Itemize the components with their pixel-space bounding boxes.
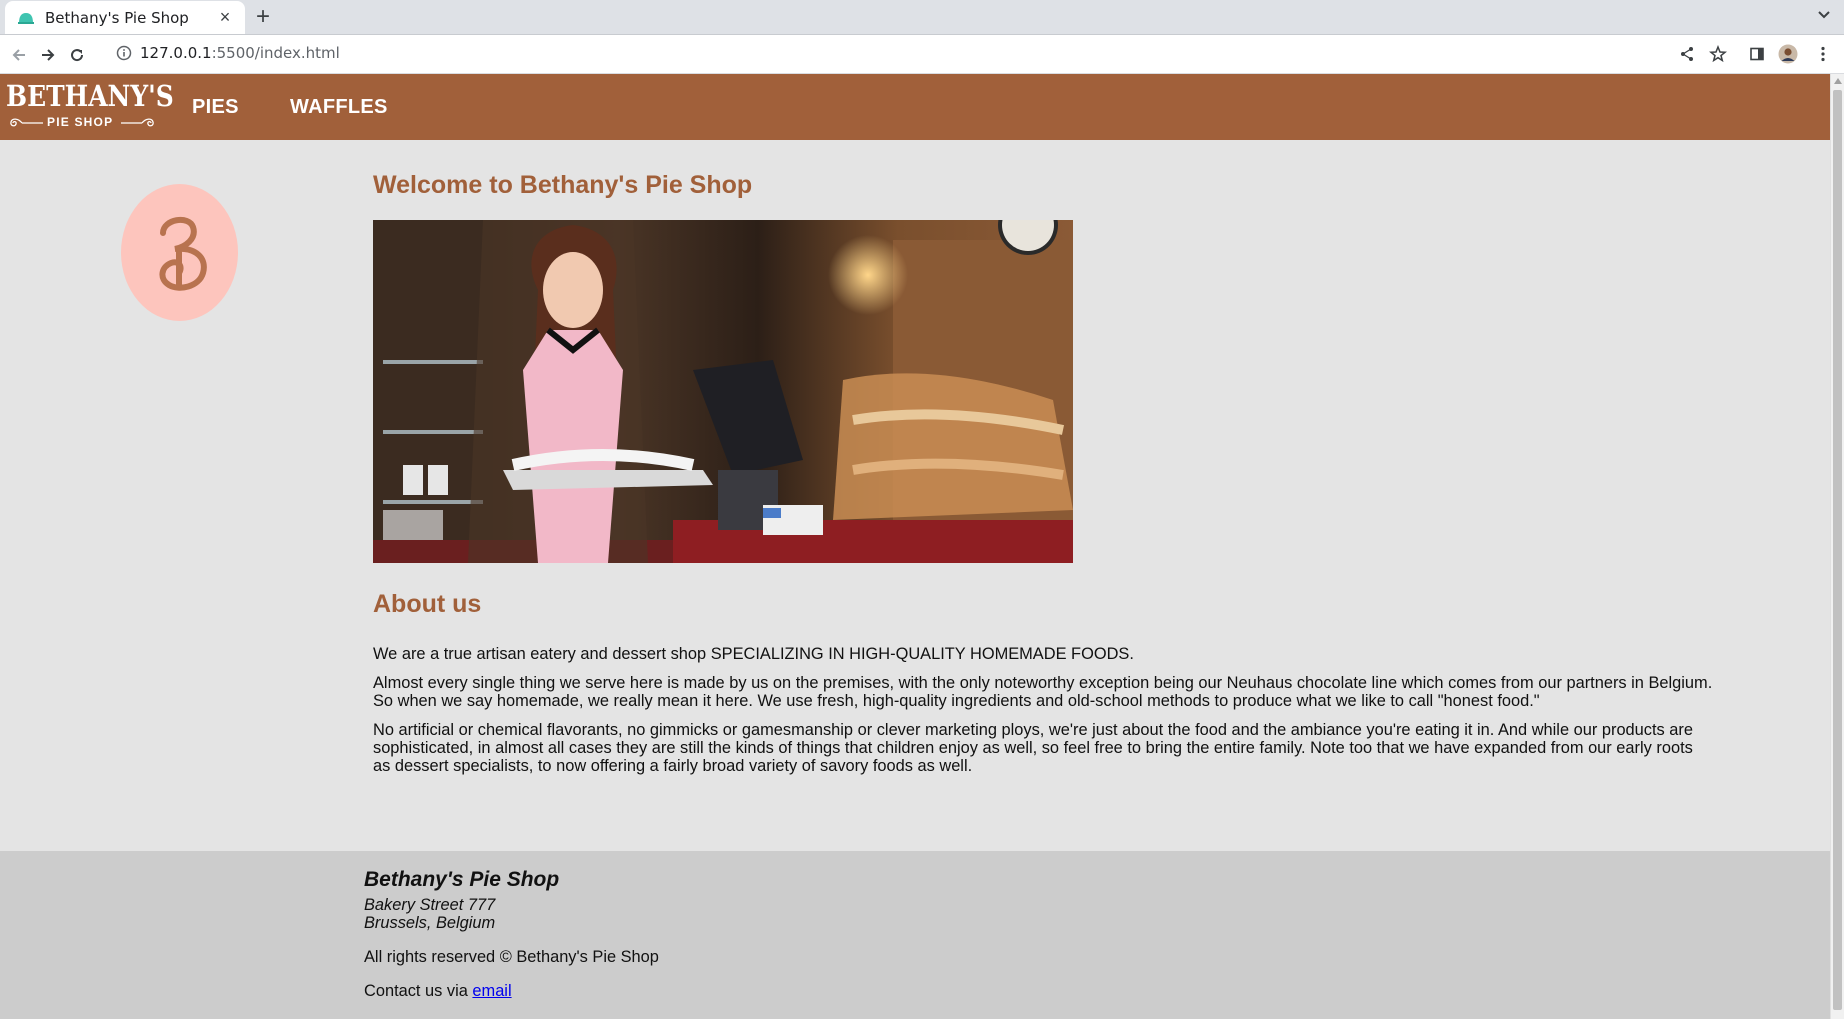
brand-sub-row: PIE SHOP — [6, 113, 158, 131]
scrollbar-thumb[interactable] — [1833, 90, 1842, 1010]
star-icon — [1709, 45, 1727, 63]
url-host: 127.0.0.1 — [140, 44, 212, 62]
tab-title: Bethany's Pie Shop — [45, 8, 189, 27]
arrow-right-icon — [42, 49, 55, 61]
share-button[interactable] — [1677, 44, 1697, 64]
site-info-icon[interactable] — [116, 45, 132, 61]
scroll-up-arrow-icon[interactable] — [1834, 78, 1842, 84]
brand-name: BETHANY'S — [6, 79, 174, 113]
about-paragraph-3: No artificial or chemical flavorants, no… — [373, 721, 1693, 775]
browser-toolbar: 127.0.0.1:5500/index.html — [0, 35, 1844, 74]
page-scrollbar[interactable] — [1830, 74, 1844, 1019]
browser-tab-strip: Bethany's Pie Shop × + — [0, 0, 1844, 35]
about-heading: About us — [373, 590, 482, 618]
back-button[interactable] — [8, 44, 30, 66]
tab-close-icon[interactable]: × — [215, 7, 235, 28]
nav-link-waffles[interactable]: WAFFLES — [290, 96, 388, 119]
welcome-heading: Welcome to Bethany's Pie Shop — [373, 171, 753, 199]
logo-badge — [121, 184, 238, 321]
about-paragraph-1: We are a true artisan eatery and dessert… — [373, 645, 1134, 663]
url-path: :5500/index.html — [211, 44, 340, 62]
reload-button[interactable] — [66, 44, 88, 66]
flourish-right-icon — [121, 118, 154, 127]
footer-shop-name: Bethany's Pie Shop — [364, 868, 560, 891]
arrow-left-icon — [12, 49, 25, 61]
side-panel-button[interactable] — [1747, 44, 1767, 64]
new-tab-button[interactable]: + — [256, 3, 270, 31]
site-header: BETHANY'S PIE SHOP PIES WAFFLES — [0, 74, 1830, 140]
brand-logo[interactable]: BETHANY'S PIE SHOP — [6, 79, 174, 135]
address-bar[interactable]: 127.0.0.1:5500/index.html — [140, 44, 340, 62]
site-footer: Bethany's Pie Shop Bakery Street 777 Bru… — [0, 851, 1830, 1019]
b-monogram-icon — [159, 216, 207, 291]
hero-image — [373, 220, 1073, 563]
avatar-icon — [1778, 44, 1798, 64]
reload-icon — [71, 49, 84, 62]
bakery-photo-illustration — [373, 220, 1073, 563]
footer-contact: Contact us via email — [364, 982, 512, 1001]
flourish-left-icon — [10, 118, 43, 127]
bookmark-button[interactable] — [1708, 44, 1728, 64]
side-panel-icon — [1750, 47, 1764, 61]
about-paragraph-2: Almost every single thing we serve here … — [373, 674, 1713, 710]
brand-subtitle: PIE SHOP — [47, 115, 114, 129]
menu-button[interactable] — [1813, 44, 1833, 64]
forward-button[interactable] — [37, 44, 59, 66]
tab-search-chevron-icon[interactable] — [1816, 6, 1832, 22]
footer-contact-label: Contact us via — [364, 982, 473, 1000]
share-icon — [1681, 47, 1693, 61]
page-viewport: BETHANY'S PIE SHOP PIES WAFFLES Welcome … — [0, 74, 1830, 1019]
footer-city: Brussels, Belgium — [364, 914, 496, 932]
footer-rights: All rights reserved © Bethany's Pie Shop — [364, 948, 659, 966]
footer-street: Bakery Street 777 — [364, 896, 496, 914]
browser-tab[interactable]: Bethany's Pie Shop × — [5, 1, 245, 34]
nav-link-pies[interactable]: PIES — [192, 96, 239, 119]
email-link[interactable]: email — [472, 982, 511, 1000]
profile-button[interactable] — [1778, 44, 1798, 64]
favicon-icon — [18, 12, 34, 24]
more-vert-icon — [1821, 46, 1825, 62]
